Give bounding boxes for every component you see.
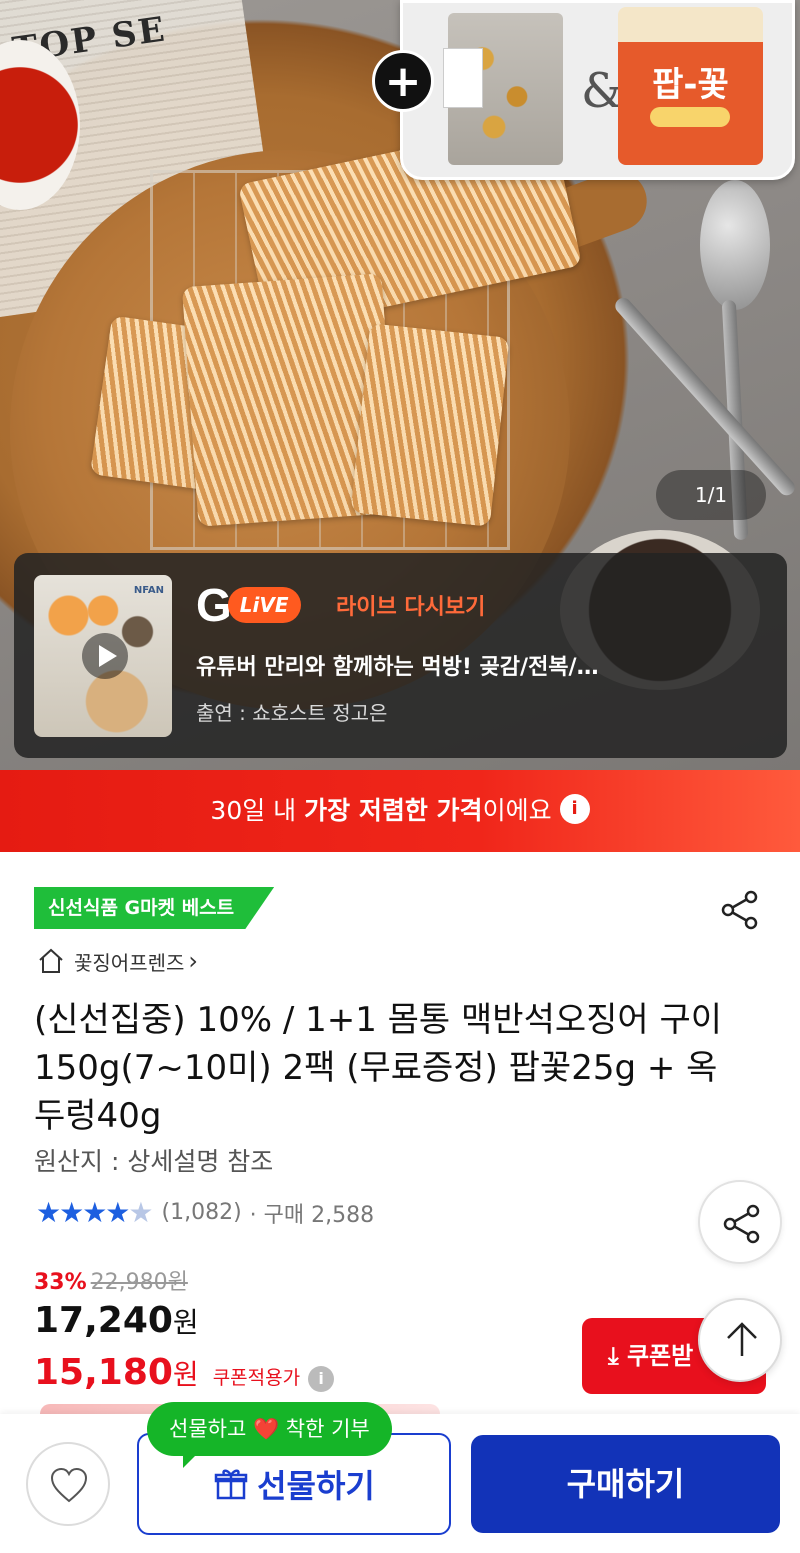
play-icon[interactable]: [82, 633, 128, 679]
arrow-up-icon: [727, 1322, 757, 1356]
rating-row[interactable]: ★★★★★ (1,082) · 구매 2,588: [36, 1196, 374, 1229]
live-replay-label: 라이브 다시보기: [336, 595, 486, 620]
popcorn-bag-title: 팝-꽃: [652, 65, 729, 105]
live-cast: 출연 : 쇼호스트 정고은: [196, 701, 388, 725]
product-hero-image[interactable]: TOP SE & 팝-꽃 + 1/1 NFAN G LiVE 라이브 다시보기 …: [0, 0, 800, 770]
free-gift-inset: & 팝-꽃: [400, 0, 795, 180]
coupon-price-value: 15,180: [34, 1352, 173, 1393]
gift-icon: [214, 1469, 248, 1500]
gift-tooltip-prefix: 선물하고: [169, 1417, 253, 1441]
chevron-right-icon: ›: [188, 947, 199, 975]
live-title[interactable]: 유튜버 만리와 함께하는 먹방! 곶감/전복/…: [196, 649, 756, 681]
glive-logo-live: LiVE: [227, 587, 301, 623]
discount-rate: 33%: [34, 1270, 87, 1295]
best-badge: 신선식품 G마켓 베스트: [34, 887, 275, 929]
full-stars: ★★★★: [36, 1196, 130, 1229]
home-icon: [39, 948, 63, 973]
corn-snack-label: [443, 48, 483, 108]
discount-row: 33% 22,980원: [34, 1264, 188, 1296]
share-icon: [723, 1204, 760, 1244]
currency-unit: 원: [172, 1306, 199, 1339]
product-origin: 원산지 : 상세설명 참조: [34, 1147, 274, 1176]
fork: [612, 294, 798, 499]
coupon-price-note: 쿠폰적용가: [212, 1367, 301, 1389]
gift-button-label: 선물하기: [257, 1467, 375, 1505]
original-price: 22,980원: [90, 1270, 188, 1295]
live-thumbnail[interactable]: NFAN: [34, 575, 172, 737]
live-replay-card[interactable]: NFAN G LiVE 라이브 다시보기 유튜버 만리와 함께하는 먹방! 곶감…: [14, 553, 787, 758]
lowest-price-banner[interactable]: 30일 내 가장 저렴한 가격이에요 i: [0, 770, 800, 852]
popcorn-snack-bag: 팝-꽃: [618, 7, 763, 165]
heart-icon: [50, 1467, 88, 1503]
sale-price: 17,240원: [34, 1300, 199, 1341]
scroll-to-top-button[interactable]: [698, 1298, 782, 1382]
plus-icon: +: [372, 50, 434, 112]
glive-logo: G LiVE: [196, 581, 301, 629]
promo-suffix: 이에요: [482, 796, 552, 825]
product-title: (신선집중) 10% / 1+1 몸통 맥반석오징어 구이 150g(7~10미…: [34, 1000, 723, 1136]
half-star-icon: ★: [128, 1196, 153, 1229]
image-page-indicator: 1/1: [656, 470, 766, 520]
purchase-count: · 구매 2,588: [249, 1202, 375, 1228]
star-rating-icon: ★★★★★: [36, 1196, 154, 1229]
gift-tooltip-suffix: 착한 기부: [279, 1417, 370, 1441]
currency-unit: 원: [172, 1358, 199, 1391]
wishlist-button[interactable]: [26, 1442, 110, 1526]
shop-link[interactable]: 꽃징어프렌즈 ›: [36, 946, 198, 976]
share-icon[interactable]: [718, 888, 762, 932]
buy-button[interactable]: 구매하기: [471, 1435, 780, 1533]
spoon: [700, 180, 770, 310]
thumbnail-brand-text: NFAN: [133, 585, 164, 596]
popcorn-bag-subtitle: [650, 107, 730, 127]
coupon-price: 15,180 원 쿠폰적용가 i: [34, 1352, 335, 1393]
promo-highlight: 가장 저렴한 가격: [304, 796, 483, 825]
glive-logo-g: G: [196, 579, 232, 631]
info-icon[interactable]: i: [559, 794, 590, 824]
gift-donation-tooltip: 선물하고 ❤️ 착한 기부: [147, 1402, 392, 1468]
heart-icon: ❤️: [252, 1417, 280, 1441]
review-count[interactable]: (1,082): [162, 1200, 242, 1225]
sale-price-value: 17,240: [34, 1300, 173, 1341]
share-floating-button[interactable]: [698, 1180, 782, 1264]
shop-name: 꽃징어프렌즈: [74, 950, 185, 975]
promo-prefix: 30일 내: [210, 796, 305, 825]
grilled-squid: [350, 323, 510, 527]
info-icon[interactable]: i: [308, 1366, 335, 1392]
